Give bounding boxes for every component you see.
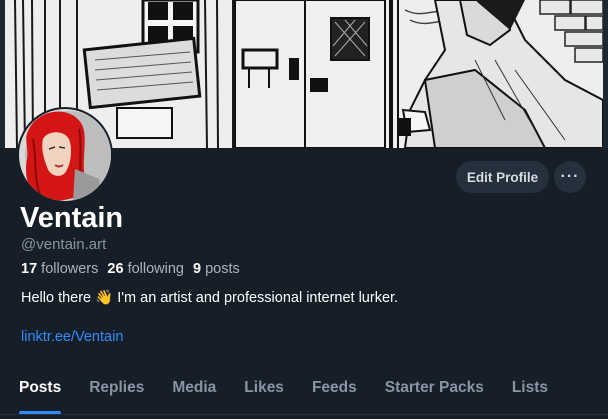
avatar-portrait-image bbox=[19, 109, 111, 201]
profile-bio: Hello there 👋 I'm an artist and professi… bbox=[21, 289, 398, 306]
tab-label: Media bbox=[172, 379, 217, 396]
tab-replies[interactable]: Replies bbox=[89, 370, 144, 414]
posts-count: 9 bbox=[192, 261, 202, 277]
tab-posts[interactable]: Posts bbox=[19, 370, 62, 414]
profile-tabs: Posts Replies Media Likes Feeds Starter … bbox=[0, 370, 608, 415]
following-stat[interactable]: 26 following bbox=[107, 261, 184, 277]
tab-label: Posts bbox=[19, 379, 62, 396]
tab-label: Feeds bbox=[311, 379, 357, 396]
followers-count: 17 bbox=[21, 261, 38, 277]
waving-hand-icon: 👋 bbox=[95, 290, 114, 306]
tab-starter-packs[interactable]: Starter Packs bbox=[385, 370, 484, 414]
following-label: following bbox=[127, 261, 184, 277]
profile-link[interactable]: linktr.ee/Ventain bbox=[21, 329, 123, 345]
banner-right-edge bbox=[603, 0, 608, 148]
profile-handle: @ventain.art bbox=[21, 236, 107, 253]
more-options-button[interactable]: ··· bbox=[554, 161, 586, 193]
posts-stat: 9 posts bbox=[193, 261, 240, 277]
posts-label: posts bbox=[205, 261, 240, 277]
tab-label: Likes bbox=[244, 379, 284, 396]
profile-stats: 17 followers 26 following 9 posts bbox=[21, 261, 240, 277]
profile-display-name: Ventain bbox=[20, 202, 124, 234]
bio-text-start: Hello there bbox=[21, 290, 92, 306]
tab-label: Replies bbox=[89, 379, 145, 396]
following-count: 26 bbox=[107, 261, 124, 277]
tab-label: Starter Packs bbox=[384, 379, 484, 396]
bio-text-end: I'm an artist and professional internet … bbox=[117, 290, 399, 306]
ellipsis-icon: ··· bbox=[560, 168, 580, 185]
followers-stat[interactable]: 17 followers bbox=[21, 261, 98, 277]
followers-label: followers bbox=[41, 261, 99, 277]
tab-feeds[interactable]: Feeds bbox=[312, 370, 357, 414]
tab-lists[interactable]: Lists bbox=[512, 370, 548, 414]
tab-likes[interactable]: Likes bbox=[244, 370, 284, 414]
tab-media[interactable]: Media bbox=[172, 370, 216, 414]
edit-profile-button[interactable]: Edit Profile bbox=[456, 161, 549, 193]
active-tab-indicator bbox=[19, 411, 62, 414]
profile-avatar[interactable] bbox=[17, 107, 113, 203]
tab-label: Lists bbox=[511, 379, 549, 396]
